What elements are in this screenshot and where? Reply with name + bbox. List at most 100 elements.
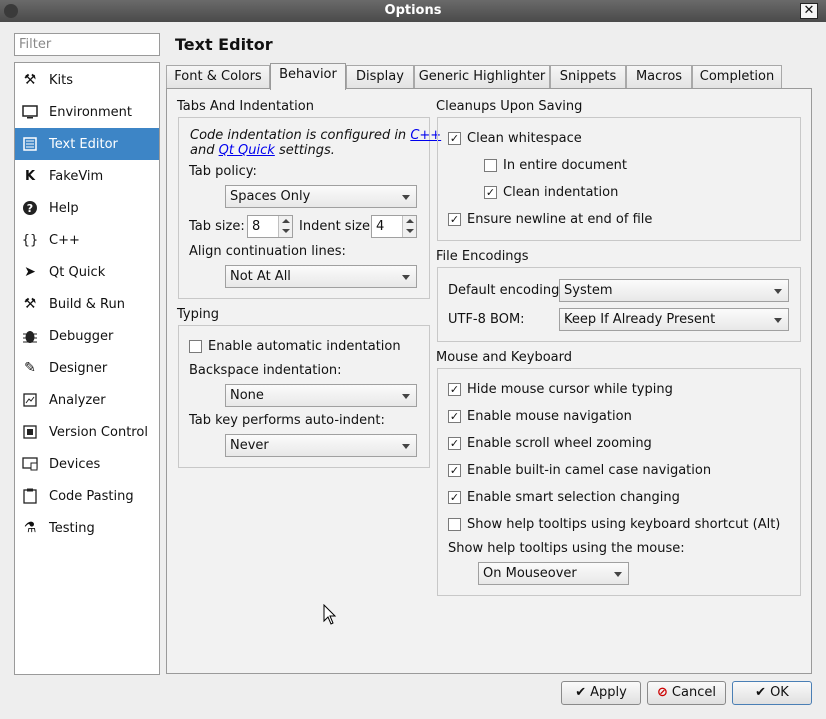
clean-indentation-checkbox[interactable]: ✓: [484, 186, 497, 199]
tab-completion[interactable]: Completion: [692, 65, 782, 89]
checkmark-icon: ✔: [755, 685, 767, 700]
close-icon[interactable]: ✕: [800, 3, 818, 19]
ok-button[interactable]: ✔ OK: [732, 681, 812, 705]
apply-button[interactable]: ✔ Apply: [561, 681, 641, 705]
bug-icon: [21, 327, 39, 345]
mouse-tooltips-label: Show help tooltips using the mouse:: [448, 541, 685, 556]
scroll-zoom-label: Enable scroll wheel zooming: [467, 436, 652, 451]
svg-text:?: ?: [27, 202, 33, 215]
filter-input[interactable]: [14, 33, 160, 56]
options-dialog: Options ✕ ⚒Kits Environment Text Editor …: [0, 0, 826, 719]
category-designer[interactable]: ✎ Designer: [15, 352, 159, 384]
entire-document-label: In entire document: [503, 158, 627, 173]
smart-selection-label: Enable smart selection changing: [467, 490, 680, 505]
align-continuation-combo[interactable]: Not At All: [225, 265, 417, 288]
pencil-icon: ✎: [24, 360, 36, 376]
cleanups-title: Cleanups Upon Saving: [436, 99, 583, 114]
category-qt-quick[interactable]: ➤ Qt Quick: [15, 256, 159, 288]
chevron-down-icon: [614, 572, 622, 577]
clipboard-icon: [21, 487, 39, 505]
tab-display[interactable]: Display: [346, 65, 414, 89]
tab-policy-label: Tab policy:: [189, 164, 257, 179]
tab-snippets[interactable]: Snippets: [550, 65, 626, 89]
tab-key-combo[interactable]: Never: [225, 434, 417, 457]
utf8-bom-combo[interactable]: Keep If Already Present: [559, 308, 789, 331]
cancel-button[interactable]: ⊘ Cancel: [647, 681, 726, 705]
chevron-down-icon: [774, 289, 782, 294]
mouse-tooltips-combo[interactable]: On Mouseover: [478, 562, 629, 585]
clean-whitespace-checkbox[interactable]: ✓: [448, 132, 461, 145]
align-continuation-label: Align continuation lines:: [189, 244, 346, 259]
keyboard-tooltips-label: Show help tooltips using keyboard shortc…: [467, 517, 781, 532]
cancel-icon: ⊘: [657, 685, 668, 700]
category-kits[interactable]: ⚒ Kits: [15, 64, 159, 96]
keyboard-tooltips-checkbox[interactable]: [448, 518, 461, 531]
fakevim-icon: K: [24, 168, 36, 184]
category-help[interactable]: ? Help: [15, 192, 159, 224]
page-title: Text Editor: [175, 35, 273, 54]
testing-icon: ⚗: [23, 520, 37, 536]
window-title: Options: [384, 3, 442, 18]
indent-size-label: Indent size:: [299, 219, 375, 234]
chevron-down-icon: [774, 318, 782, 323]
scroll-zoom-checkbox[interactable]: ✓: [448, 437, 461, 450]
backspace-indentation-label: Backspace indentation:: [189, 363, 342, 378]
monitor-icon: [21, 103, 39, 121]
checkmark-icon: ✔: [575, 685, 587, 700]
default-encoding-combo[interactable]: System: [559, 279, 789, 302]
typing-title: Typing: [177, 307, 219, 322]
camel-case-checkbox[interactable]: ✓: [448, 464, 461, 477]
text-editor-icon: [21, 135, 39, 153]
backspace-indentation-combo[interactable]: None: [225, 384, 417, 407]
ensure-newline-label: Ensure newline at end of file: [467, 212, 653, 227]
mouse-navigation-label: Enable mouse navigation: [467, 409, 632, 424]
tab-size-spinbox[interactable]: 8: [247, 215, 293, 238]
braces-icon: {}: [21, 232, 39, 248]
title-bar[interactable]: Options ✕: [0, 0, 826, 22]
tab-generic-highlighter[interactable]: Generic Highlighter: [414, 65, 550, 89]
category-testing[interactable]: ⚗ Testing: [15, 512, 159, 544]
utf8-bom-label: UTF-8 BOM:: [448, 312, 525, 327]
analyzer-icon: [21, 391, 39, 409]
qt-quick-icon: ➤: [24, 264, 36, 280]
indent-size-spinbox[interactable]: 4: [371, 215, 417, 238]
entire-document-checkbox[interactable]: [484, 159, 497, 172]
devices-icon: [21, 455, 39, 473]
auto-indent-checkbox[interactable]: [189, 340, 202, 353]
tab-key-label: Tab key performs auto-indent:: [189, 413, 385, 428]
tab-size-stepper[interactable]: [278, 216, 292, 237]
tabs-indentation-title: Tabs And Indentation: [177, 99, 314, 114]
help-icon: ?: [21, 199, 39, 217]
tab-macros[interactable]: Macros: [626, 65, 692, 89]
smart-selection-checkbox[interactable]: ✓: [448, 491, 461, 504]
indent-size-stepper[interactable]: [402, 216, 416, 237]
indentation-note: Code indentation is configured in C++ an…: [190, 128, 442, 158]
mouse-navigation-checkbox[interactable]: ✓: [448, 410, 461, 423]
chevron-down-icon: [402, 444, 410, 449]
category-devices[interactable]: Devices: [15, 448, 159, 480]
qt-quick-settings-link[interactable]: Qt Quick: [219, 143, 275, 158]
category-version-control[interactable]: Version Control: [15, 416, 159, 448]
category-cpp[interactable]: {} C++: [15, 224, 159, 256]
tab-policy-combo[interactable]: Spaces Only: [225, 185, 417, 208]
ensure-newline-checkbox[interactable]: ✓: [448, 213, 461, 226]
category-environment[interactable]: Environment: [15, 96, 159, 128]
hide-cursor-checkbox[interactable]: ✓: [448, 383, 461, 396]
tab-behavior[interactable]: Behavior: [270, 63, 346, 90]
category-build-run[interactable]: ⚒ Build & Run: [15, 288, 159, 320]
mouse-cursor-icon: [323, 604, 337, 625]
clean-indentation-label: Clean indentation: [503, 185, 619, 200]
version-control-icon: [21, 423, 39, 441]
category-analyzer[interactable]: Analyzer: [15, 384, 159, 416]
category-fakevim[interactable]: K FakeVim: [15, 160, 159, 192]
tab-font-colors[interactable]: Font & Colors: [166, 65, 270, 89]
window-menu-icon[interactable]: [4, 4, 18, 18]
chevron-down-icon: [402, 394, 410, 399]
category-code-pasting[interactable]: Code Pasting: [15, 480, 159, 512]
clean-whitespace-label: Clean whitespace: [467, 131, 582, 146]
category-text-editor[interactable]: Text Editor: [15, 128, 159, 160]
category-debugger[interactable]: Debugger: [15, 320, 159, 352]
mouse-keyboard-title: Mouse and Keyboard: [436, 350, 573, 365]
tab-size-label: Tab size:: [189, 219, 245, 234]
kits-icon: ⚒: [23, 72, 37, 88]
